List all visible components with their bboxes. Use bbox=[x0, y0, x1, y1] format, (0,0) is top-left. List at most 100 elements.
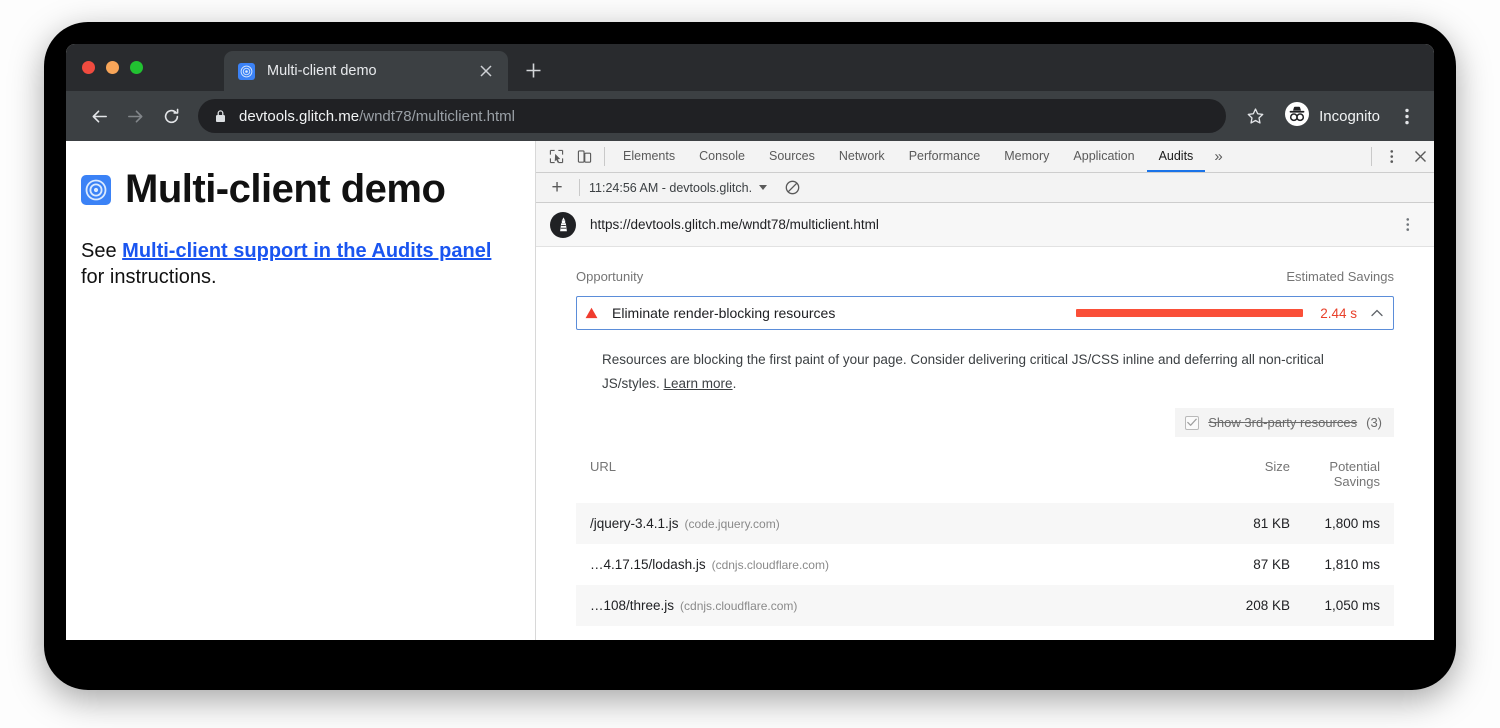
cell-url: …4.17.15/lodash.js (cdnjs.cloudflare.com) bbox=[576, 544, 1184, 585]
cell-url: /jquery-3.4.1.js(code.jquery.com) bbox=[576, 503, 1184, 544]
new-tab-button[interactable] bbox=[518, 55, 548, 85]
cell-size: 87 KB bbox=[1184, 544, 1304, 585]
tab-console[interactable]: Console bbox=[687, 141, 757, 172]
audit-row-render-blocking[interactable]: Eliminate render-blocking resources 2.44… bbox=[576, 296, 1394, 330]
toolbar-divider bbox=[604, 147, 605, 166]
show-3rd-party-toggle[interactable]: Show 3rd-party resources (3) bbox=[1175, 408, 1394, 437]
devtools-settings-kebab-icon[interactable] bbox=[1378, 141, 1406, 172]
address-bar[interactable]: devtools.glitch.me/wndt78/multiclient.ht… bbox=[198, 99, 1226, 133]
report-selector[interactable]: 11:24:56 AM - devtools.glitch. bbox=[589, 181, 767, 195]
column-header-url[interactable]: URL bbox=[576, 455, 1184, 503]
tab-label: Elements bbox=[623, 149, 675, 163]
resource-url: …4.17.15/lodash.js bbox=[590, 557, 706, 572]
table-body: /jquery-3.4.1.js(code.jquery.com) 81 KB … bbox=[576, 503, 1394, 626]
tab-memory[interactable]: Memory bbox=[992, 141, 1061, 172]
browser-tab[interactable]: Multi-client demo bbox=[224, 51, 508, 91]
no-entry-icon[interactable] bbox=[781, 177, 803, 199]
inspect-cursor-icon[interactable] bbox=[542, 141, 570, 172]
window-minimize-button[interactable] bbox=[106, 61, 119, 74]
report-scroll-area[interactable]: Opportunity Estimated Savings Eliminate … bbox=[536, 247, 1434, 640]
audits-subtoolbar: + 11:24:56 AM - devtools.glitch. bbox=[536, 173, 1434, 203]
tab-application[interactable]: Application bbox=[1061, 141, 1146, 172]
incognito-indicator[interactable]: Incognito bbox=[1278, 99, 1390, 133]
tab-network[interactable]: Network bbox=[827, 141, 897, 172]
browser-tab-title: Multi-client demo bbox=[267, 63, 474, 79]
tab-elements[interactable]: Elements bbox=[611, 141, 687, 172]
table-row[interactable]: …4.17.15/lodash.js (cdnjs.cloudflare.com)… bbox=[576, 544, 1394, 585]
window-close-button[interactable] bbox=[82, 61, 95, 74]
show-3rd-party-label: Show 3rd-party resources bbox=[1208, 415, 1357, 430]
column-header-potential-savings[interactable]: Potential Savings bbox=[1304, 455, 1394, 503]
plus-icon[interactable]: + bbox=[544, 175, 570, 201]
devtools-close-icon[interactable] bbox=[1406, 141, 1434, 172]
address-bar-host: devtools.glitch.me bbox=[239, 108, 359, 125]
chevron-double-right-icon[interactable]: » bbox=[1205, 141, 1231, 172]
report-url: https://devtools.glitch.me/wndt78/multic… bbox=[590, 217, 879, 232]
lock-icon bbox=[214, 109, 227, 123]
opportunity-header: Opportunity Estimated Savings bbox=[576, 247, 1394, 296]
table-row[interactable]: …108/three.js(cdnjs.cloudflare.com) 208 … bbox=[576, 585, 1394, 626]
learn-more-link[interactable]: Learn more bbox=[664, 376, 733, 391]
column-header-size[interactable]: Size bbox=[1184, 455, 1304, 503]
warning-triangle-icon bbox=[585, 307, 598, 319]
audit-savings-visual: 2.44 s bbox=[1076, 306, 1383, 321]
tab-label: Sources bbox=[769, 149, 815, 163]
arrow-left-icon[interactable] bbox=[82, 99, 116, 133]
address-bar-path: /wndt78/multiclient.html bbox=[359, 108, 515, 125]
estimated-savings-label: Estimated Savings bbox=[1286, 269, 1394, 284]
lighthouse-icon bbox=[550, 212, 576, 238]
cell-url: …108/three.js (cdnjs.cloudflare.com) bbox=[576, 585, 1184, 626]
device-toolbar-icon[interactable] bbox=[570, 141, 598, 172]
page-paragraph-after: for instructions. bbox=[81, 266, 217, 288]
resource-url: /jquery-3.4.1.js bbox=[590, 516, 679, 531]
incognito-label: Incognito bbox=[1319, 108, 1380, 125]
chevron-down-icon bbox=[759, 185, 767, 190]
resource-host: (cdnjs.cloudflare.com) bbox=[680, 599, 797, 613]
close-icon[interactable] bbox=[474, 59, 498, 83]
resource-url: …108/three.js bbox=[590, 598, 674, 613]
arrow-right-icon[interactable] bbox=[118, 99, 152, 133]
kebab-menu-icon[interactable] bbox=[1392, 99, 1422, 133]
chevron-up-icon[interactable] bbox=[1371, 309, 1383, 317]
table-header: URL Size Potential Savings bbox=[576, 455, 1394, 503]
audit-savings-bar bbox=[1076, 309, 1303, 317]
incognito-icon bbox=[1284, 101, 1310, 132]
browser-window: Multi-client demo bbox=[66, 44, 1434, 640]
chrome-canary-icon bbox=[81, 175, 111, 205]
page-paragraph-before: See bbox=[81, 240, 122, 262]
column-header-savings-line2: Savings bbox=[1318, 474, 1380, 489]
table-row[interactable]: /jquery-3.4.1.js(code.jquery.com) 81 KB … bbox=[576, 503, 1394, 544]
checkbox-icon[interactable] bbox=[1185, 416, 1199, 430]
screenshot-root: Multi-client demo bbox=[0, 0, 1500, 728]
chrome-canary-icon bbox=[238, 63, 255, 80]
blocking-resources-table: URL Size Potential Savings bbox=[576, 455, 1394, 626]
report-header: https://devtools.glitch.me/wndt78/multic… bbox=[536, 203, 1434, 247]
tab-label: Performance bbox=[909, 149, 981, 163]
web-page-content: Multi-client demo See Multi-client suppo… bbox=[66, 141, 536, 640]
show-3rd-party-count: (3) bbox=[1366, 415, 1382, 430]
tab-label: Application bbox=[1073, 149, 1134, 163]
toolbar-divider bbox=[1371, 147, 1372, 166]
table-header-row: URL Size Potential Savings bbox=[576, 455, 1394, 503]
star-icon[interactable] bbox=[1238, 99, 1272, 133]
page-paragraph: See Multi-client support in the Audits p… bbox=[81, 238, 505, 291]
page-title: Multi-client demo bbox=[81, 167, 505, 212]
audits-docs-link[interactable]: Multi-client support in the Audits panel bbox=[122, 240, 491, 262]
page-title-text: Multi-client demo bbox=[125, 167, 445, 212]
tab-sources[interactable]: Sources bbox=[757, 141, 827, 172]
resource-host: (cdnjs.cloudflare.com) bbox=[712, 558, 829, 572]
window-traffic-lights bbox=[82, 44, 143, 91]
column-header-savings-line1: Potential bbox=[1318, 459, 1380, 474]
reload-icon[interactable] bbox=[154, 99, 188, 133]
window-maximize-button[interactable] bbox=[130, 61, 143, 74]
audits-report-body: https://devtools.glitch.me/wndt78/multic… bbox=[536, 203, 1434, 640]
devtools-panel: Elements Console Sources Network Perform… bbox=[536, 141, 1434, 640]
opportunity-label: Opportunity bbox=[576, 269, 643, 284]
devtools-tab-bar: Elements Console Sources Network Perform… bbox=[536, 141, 1434, 173]
report-kebab-menu-icon[interactable] bbox=[1396, 213, 1420, 237]
third-party-filter-row: Show 3rd-party resources (3) bbox=[576, 408, 1394, 437]
tab-performance[interactable]: Performance bbox=[897, 141, 993, 172]
cell-savings: 1,050 ms bbox=[1304, 585, 1394, 626]
tab-audits[interactable]: Audits bbox=[1147, 141, 1206, 172]
audit-title: Eliminate render-blocking resources bbox=[612, 305, 835, 321]
